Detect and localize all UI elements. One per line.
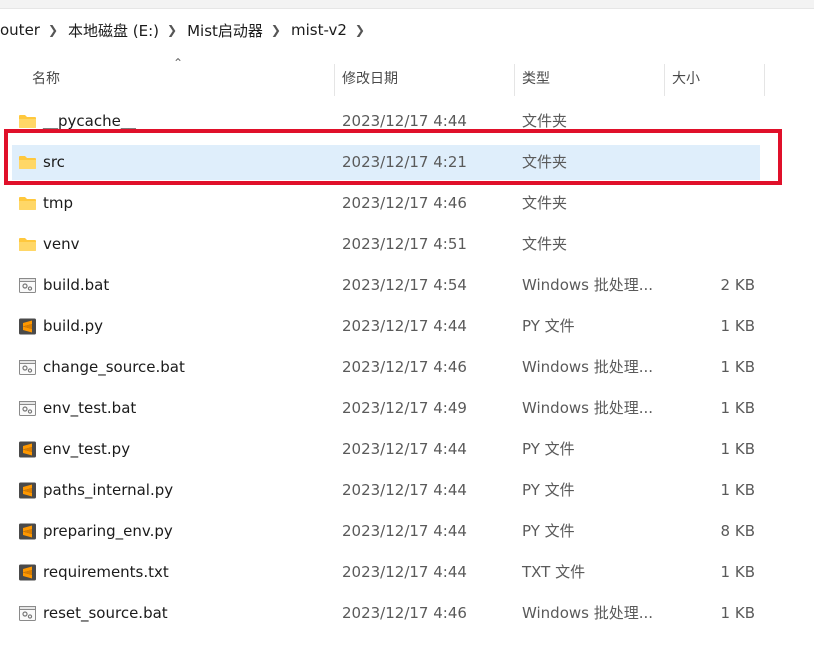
file-modified-date: 2023/12/17 4:49	[342, 399, 467, 417]
file-modified-date: 2023/12/17 4:44	[342, 440, 467, 458]
file-modified-date: 2023/12/17 4:46	[342, 194, 467, 212]
file-size: 1 KB	[720, 317, 755, 335]
chevron-right-icon[interactable]: ❯	[44, 23, 64, 37]
file-size: 1 KB	[720, 399, 755, 417]
file-name: build.bat	[43, 276, 110, 294]
file-modified-date: 2023/12/17 4:51	[342, 235, 467, 253]
sublime-text-file-icon	[18, 441, 37, 458]
chevron-right-icon[interactable]: ❯	[163, 23, 183, 37]
file-name: requirements.txt	[43, 563, 169, 581]
file-size: 1 KB	[720, 440, 755, 458]
column-divider[interactable]	[514, 64, 515, 96]
file-row[interactable]: env_test.py 2023/12/17 4:44 PY 文件 1 KB	[0, 429, 814, 470]
column-divider[interactable]	[664, 64, 665, 96]
file-row[interactable]: venv 2023/12/17 4:51 文件夹	[0, 224, 814, 265]
file-name: paths_internal.py	[43, 481, 174, 499]
sublime-text-file-icon	[18, 564, 37, 581]
chevron-right-icon[interactable]: ❯	[351, 23, 371, 37]
file-name: venv	[43, 235, 80, 253]
file-type: PY 文件	[522, 481, 575, 499]
file-modified-date: 2023/12/17 4:46	[342, 358, 467, 376]
file-modified-date: 2023/12/17 4:44	[342, 522, 467, 540]
file-size: 8 KB	[720, 522, 755, 540]
file-type: 文件夹	[522, 235, 568, 253]
annotation-highlight-box	[4, 129, 782, 185]
file-size: 1 KB	[720, 604, 755, 622]
column-header-type[interactable]: 类型	[522, 60, 550, 98]
batch-file-icon	[18, 605, 37, 622]
file-name: change_source.bat	[43, 358, 185, 376]
file-row[interactable]: preparing_env.py 2023/12/17 4:44 PY 文件 8 KB	[0, 511, 814, 552]
file-row[interactable]: requirements.txt 2023/12/17 4:44 TXT 文件 1 K…	[0, 552, 814, 593]
file-modified-date: 2023/12/17 4:54	[342, 276, 467, 294]
chevron-right-icon[interactable]: ❯	[267, 23, 287, 37]
file-name: tmp	[43, 194, 74, 212]
batch-file-icon	[18, 277, 37, 294]
file-row[interactable]: env_test.bat 2023/12/17 4:49 Windows 批处理..…	[0, 388, 814, 429]
file-row[interactable]: change_source.bat 2023/12/17 4:46 Windows …	[0, 347, 814, 388]
sublime-text-file-icon	[18, 318, 37, 335]
sublime-text-file-icon	[18, 482, 37, 499]
folder-icon	[18, 236, 37, 253]
file-row[interactable]: build.bat 2023/12/17 4:54 Windows 批处理... 2 …	[0, 265, 814, 306]
file-type: Windows 批处理...	[522, 276, 654, 294]
breadcrumb-item-mist-launcher[interactable]: Mist启动器	[183, 20, 267, 41]
batch-file-icon	[18, 400, 37, 417]
file-size: 1 KB	[720, 563, 755, 581]
file-name: reset_source.bat	[43, 604, 168, 622]
column-header-size[interactable]: 大小	[672, 60, 700, 98]
file-type: PY 文件	[522, 440, 575, 458]
file-type: 文件夹	[522, 194, 568, 212]
breadcrumb: outer ❯ 本地磁盘 (E:) ❯ Mist启动器 ❯ mist-v2 ❯	[0, 18, 371, 42]
file-type: PY 文件	[522, 317, 575, 335]
breadcrumb-item-computer[interactable]: outer	[0, 21, 44, 39]
column-divider[interactable]	[334, 64, 335, 96]
window-top-strip	[0, 0, 814, 9]
column-header-name[interactable]: 名称	[32, 60, 60, 98]
file-modified-date: 2023/12/17 4:46	[342, 604, 467, 622]
folder-icon	[18, 113, 37, 130]
file-modified-date: 2023/12/17 4:44	[342, 317, 467, 335]
column-header-modified[interactable]: 修改日期	[342, 60, 398, 98]
file-type: PY 文件	[522, 522, 575, 540]
folder-icon	[18, 195, 37, 212]
column-header-row: ⌃ 名称 修改日期 类型 大小	[0, 56, 814, 98]
file-name: env_test.bat	[43, 399, 137, 417]
sublime-text-file-icon	[18, 523, 37, 540]
file-type: Windows 批处理...	[522, 358, 654, 376]
column-divider[interactable]	[764, 64, 765, 96]
batch-file-icon	[18, 359, 37, 376]
file-type: TXT 文件	[522, 563, 586, 581]
file-row[interactable]: build.py 2023/12/17 4:44 PY 文件 1 KB	[0, 306, 814, 347]
file-size: 1 KB	[720, 358, 755, 376]
file-name: preparing_env.py	[43, 522, 173, 540]
file-size: 1 KB	[720, 481, 755, 499]
file-modified-date: 2023/12/17 4:44	[342, 563, 467, 581]
file-row[interactable]: tmp 2023/12/17 4:46 文件夹	[0, 183, 814, 224]
file-row[interactable]: reset_source.bat 2023/12/17 4:46 Windows 批…	[0, 593, 814, 634]
file-name: build.py	[43, 317, 104, 335]
sort-ascending-icon: ⌃	[173, 56, 184, 70]
file-modified-date: 2023/12/17 4:44	[342, 481, 467, 499]
file-type: Windows 批处理...	[522, 399, 654, 417]
breadcrumb-item-drive-e[interactable]: 本地磁盘 (E:)	[64, 20, 163, 41]
file-size: 2 KB	[720, 276, 755, 294]
file-row[interactable]: paths_internal.py 2023/12/17 4:44 PY 文件 1 K…	[0, 470, 814, 511]
file-name: env_test.py	[43, 440, 131, 458]
file-type: Windows 批处理...	[522, 604, 654, 622]
breadcrumb-item-mist-v2[interactable]: mist-v2	[287, 21, 351, 39]
